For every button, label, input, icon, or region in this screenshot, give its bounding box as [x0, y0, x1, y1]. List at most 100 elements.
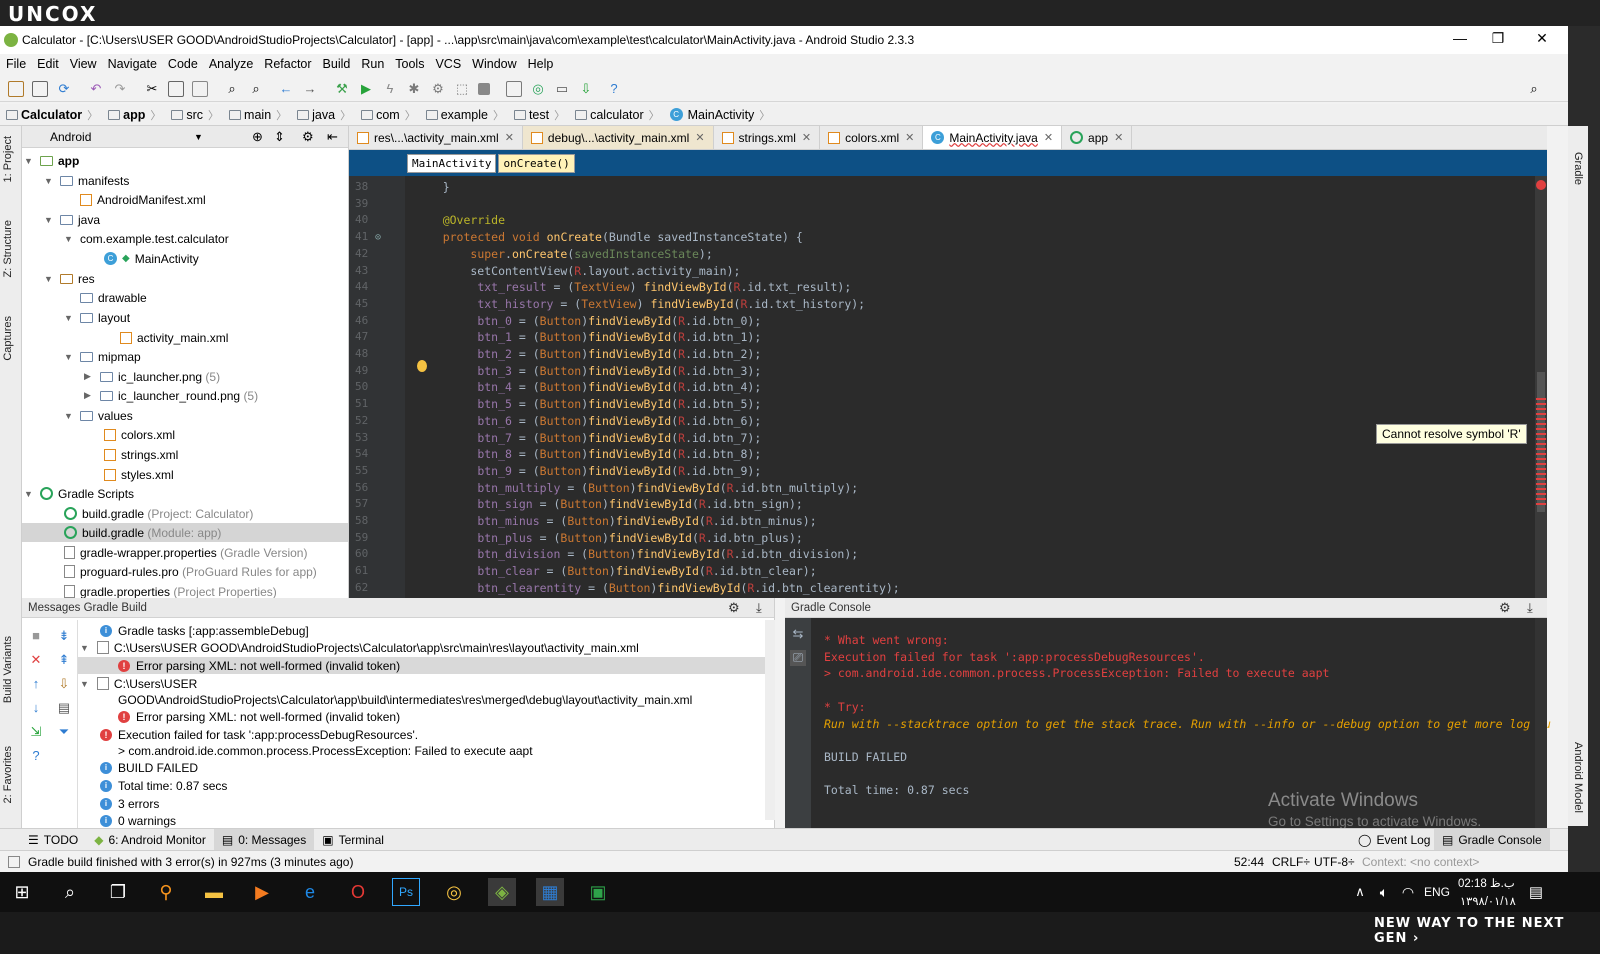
preview-icon[interactable]: ▤: [56, 700, 72, 716]
search-icon[interactable]: ⌕: [56, 878, 84, 906]
error-stripe-mark[interactable]: [1536, 438, 1546, 440]
task-view-icon[interactable]: ❐: [104, 878, 132, 906]
hide-panel-icon[interactable]: ⤓: [1527, 600, 1533, 616]
tab-colors[interactable]: colors.xml ✕: [820, 126, 924, 149]
code-line[interactable]: protected void onCreate(Bundle savedInst…: [415, 230, 803, 246]
message-row[interactable]: i0 warnings: [100, 812, 176, 829]
close-tab-icon[interactable]: ✕: [1114, 131, 1123, 144]
breadcrumb-example[interactable]: example 〉: [420, 107, 504, 123]
edge-browser-icon[interactable]: e: [296, 878, 324, 906]
media-player-icon[interactable]: ▶: [248, 878, 276, 906]
code-line[interactable]: btn_multiply = (Button)findViewById(R.id…: [415, 481, 858, 497]
code-line[interactable]: txt_result = (TextView) findViewById(R.i…: [415, 280, 851, 296]
clear-console-icon[interactable]: ⎚: [790, 650, 806, 666]
error-stripe-mark[interactable]: [1536, 418, 1546, 420]
error-stripe-mark[interactable]: [1536, 408, 1546, 410]
language-indicator[interactable]: ENG: [1424, 885, 1450, 899]
tree-item-java[interactable]: ▼ java: [44, 210, 100, 229]
close-tab-icon[interactable]: ✕: [802, 131, 811, 144]
save-icon[interactable]: [32, 80, 48, 97]
event-log-tab[interactable]: ◯ Event Log: [1350, 829, 1438, 851]
tree-item-styles[interactable]: styles.xml: [104, 465, 174, 484]
error-stripe-mark[interactable]: [1536, 483, 1546, 485]
error-stripe-mark[interactable]: [1536, 473, 1546, 475]
close-tab-icon[interactable]: ✕: [695, 131, 704, 144]
chevron-down-icon[interactable]: ▼: [194, 132, 203, 142]
profile-icon[interactable]: ⚙: [430, 81, 446, 97]
message-row[interactable]: i Total time: 0.87 secs: [100, 777, 227, 794]
opera-browser-icon[interactable]: O: [344, 878, 372, 906]
paste-icon[interactable]: [192, 80, 208, 97]
make-project-icon[interactable]: ⚒: [334, 81, 350, 97]
code-line[interactable]: btn_8 = (Button)findViewById(R.id.btn_8)…: [415, 447, 761, 463]
error-stripe-mark[interactable]: [1536, 423, 1546, 425]
message-row[interactable]: i Gradle tasks [:app:assembleDebug]: [100, 622, 309, 639]
tree-item-gradle-wrapper[interactable]: gradle-wrapper.properties (Gradle Versio…: [64, 543, 307, 562]
status-toggle-icon[interactable]: [8, 855, 20, 868]
context-indicator[interactable]: Context: <no context>: [1362, 855, 1479, 869]
tree-item-ic-launcher[interactable]: ▶ ic_launcher.png (5): [84, 367, 220, 386]
message-row[interactable]: ▼ C:\Users\USER GOOD\AndroidStudioProject…: [80, 639, 639, 656]
breadcrumb-test[interactable]: test 〉: [508, 107, 565, 123]
tab-debug-activity-main[interactable]: debug\...\activity_main.xml ✕: [522, 126, 714, 149]
code-line[interactable]: txt_history = (TextView) findViewById(R.…: [415, 297, 865, 313]
breadcrumb-calculator-pkg[interactable]: calculator 〉: [569, 107, 660, 123]
messages-scrollbar[interactable]: [765, 620, 775, 820]
gradle-console-tab[interactable]: ▤ Gradle Console: [1434, 828, 1550, 851]
code-line[interactable]: btn_5 = (Button)findViewById(R.id.btn_5)…: [415, 397, 761, 413]
error-stripe-mark[interactable]: [1536, 448, 1546, 450]
code-line[interactable]: btn_sign = (Button)findViewById(R.id.btn…: [415, 497, 802, 513]
export-icon[interactable]: ⇩: [56, 676, 72, 692]
terminal-tab[interactable]: ▣ Terminal: [314, 829, 392, 851]
soft-wrap-icon[interactable]: ⇆: [790, 626, 806, 642]
error-stripe-mark[interactable]: [1536, 398, 1546, 400]
redo-icon[interactable]: ↷: [112, 81, 128, 97]
error-stripe-mark[interactable]: [1536, 453, 1546, 455]
todo-tab[interactable]: ☰ TODO: [20, 829, 86, 851]
close-tab-icon[interactable]: ✕: [905, 131, 914, 144]
open-folder-icon[interactable]: [8, 80, 24, 97]
messages-tab[interactable]: ▤ 0: Messages: [213, 828, 315, 851]
tab-mainactivity[interactable]: C MainActivity.java ✕: [923, 126, 1063, 149]
tree-item-build-gradle-project[interactable]: build.gradle (Project: Calculator): [64, 504, 253, 523]
clock-time[interactable]: 02:18 ب.ظ: [1458, 876, 1515, 890]
tree-item-androidmanifest[interactable]: AndroidManifest.xml: [80, 190, 206, 209]
code-line[interactable]: btn_6 = (Button)findViewById(R.id.btn_6)…: [415, 414, 761, 430]
forward-icon[interactable]: →: [302, 81, 318, 97]
code-line[interactable]: btn_9 = (Button)findViewById(R.id.btn_9)…: [415, 464, 761, 480]
maximize-button[interactable]: ❐: [1478, 30, 1518, 50]
error-stripe-mark[interactable]: [1536, 478, 1546, 480]
file-explorer-icon[interactable]: ▬: [200, 878, 228, 906]
close-tab-icon[interactable]: ✕: [505, 131, 514, 144]
menu-window[interactable]: Window: [472, 57, 516, 71]
windows-start-icon[interactable]: ⊞: [8, 878, 36, 906]
cursor-position[interactable]: 52:44: [1234, 855, 1264, 869]
close-tab-icon[interactable]: ✕: [1044, 131, 1053, 144]
tree-item-app[interactable]: ▼ app: [24, 151, 79, 170]
android-studio-taskbar-icon[interactable]: ◈: [488, 878, 516, 906]
build-variants-tool-tab[interactable]: Build Variants: [2, 636, 14, 703]
tree-item-build-gradle-module[interactable]: build.gradle (Module: app): [22, 523, 348, 542]
message-row[interactable]: ! Execution failed for task ':app:process…: [100, 726, 418, 743]
android-model-tool-tab[interactable]: Android Model: [1572, 742, 1584, 813]
cut-icon[interactable]: ✂: [144, 81, 160, 97]
back-icon[interactable]: ←: [278, 81, 294, 97]
run-icon[interactable]: ▶: [358, 81, 374, 97]
console-output[interactable]: * What went wrong: Execution failed for t…: [824, 632, 1551, 799]
status-message[interactable]: Gradle build finished with 3 error(s) in…: [28, 855, 353, 869]
hide-panel-icon[interactable]: ⤓: [756, 600, 762, 616]
filter-icon[interactable]: ⏷: [56, 724, 72, 740]
menu-run[interactable]: Run: [361, 57, 384, 71]
override-marker-icon[interactable]: ⊙: [375, 232, 381, 243]
code-area[interactable]: } @Override protected void onCreate(Bund…: [405, 176, 1535, 598]
code-line[interactable]: }: [415, 180, 450, 196]
console-scrollbar[interactable]: [1535, 618, 1547, 828]
structure-tool-tab[interactable]: Z: Structure: [2, 220, 14, 277]
code-line[interactable]: btn_division = (Button)findViewById(R.id…: [415, 547, 858, 563]
gear-icon[interactable]: ⚙: [728, 600, 740, 616]
message-row[interactable]: i BUILD FAILED: [100, 759, 198, 776]
code-line[interactable]: btn_1 = (Button)findViewById(R.id.btn_1)…: [415, 330, 761, 346]
green-app-icon[interactable]: ▣: [584, 878, 612, 906]
breadcrumb-app[interactable]: app 〉: [102, 107, 161, 123]
tab-res-activity-main[interactable]: res\...\activity_main.xml ✕: [349, 126, 523, 149]
